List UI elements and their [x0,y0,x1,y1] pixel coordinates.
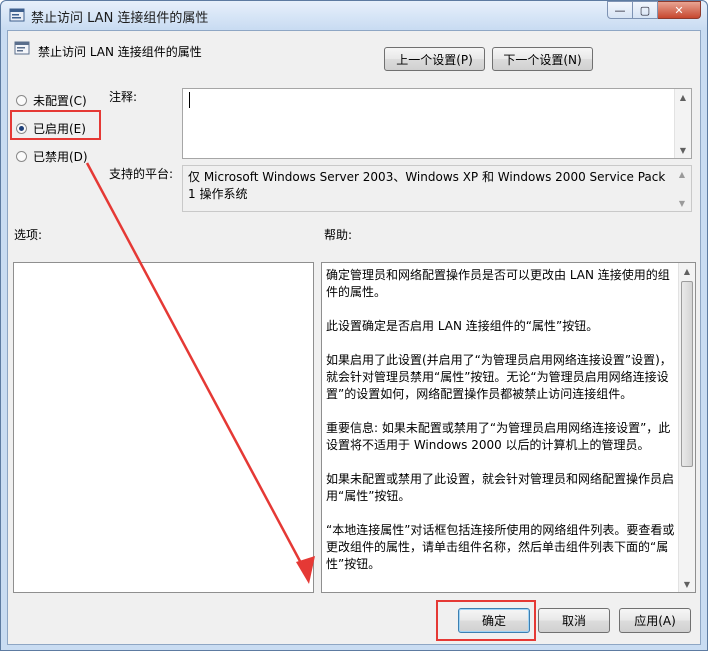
apply-button[interactable]: 应用(A) [619,608,691,633]
platform-scrollbar[interactable]: ▲ ▼ [674,166,691,211]
policy-icon [9,8,25,22]
help-panel: 确定管理员和网络配置操作员是否可以更改由 LAN 连接使用的组件的属性。 此设置… [321,262,696,593]
scroll-up-arrow-icon[interactable]: ▲ [679,263,695,279]
radio-circle [16,151,27,162]
help-paragraph: 此设置确定是否启用 LAN 连接组件的“属性”按钮。 [326,319,599,333]
radio-disabled[interactable]: 已禁用(D) [16,148,88,165]
dialog-window: 禁止访问 LAN 连接组件的属性 — ▢ ✕ 禁止访问 LAN 连接组件的属性 … [0,0,708,651]
minimize-icon: — [614,3,626,17]
comment-scrollbar[interactable]: ▲ ▼ [674,89,691,158]
scroll-down-arrow-icon[interactable]: ▼ [675,142,691,158]
next-setting-button[interactable]: 下一个设置(N) [492,47,593,71]
scroll-up-arrow-icon[interactable]: ▲ [674,166,690,182]
scroll-down-arrow-icon[interactable]: ▼ [679,576,695,592]
caption-buttons: — ▢ ✕ [607,1,701,21]
radio-circle [16,95,27,106]
platform-box: 仅 Microsoft Windows Server 2003、Windows … [182,165,692,212]
help-text: 确定管理员和网络配置操作员是否可以更改由 LAN 连接使用的组件的属性。 此设置… [326,267,676,590]
window-title: 禁止访问 LAN 连接组件的属性 [31,11,209,26]
scroll-down-arrow-icon[interactable]: ▼ [674,195,690,211]
help-label: 帮助: [324,228,353,242]
title-bar[interactable]: 禁止访问 LAN 连接组件的属性 — ▢ ✕ [1,1,707,29]
setting-icon [14,41,30,55]
options-panel [13,262,314,593]
help-paragraph: 确定管理员和网络配置操作员是否可以更改由 LAN 连接使用的组件的属性。 [326,268,670,299]
setting-title: 禁止访问 LAN 连接组件的属性 [38,45,202,59]
text-caret [189,92,190,108]
comment-label: 注释: [109,90,138,104]
annotation-box-enabled [10,110,101,140]
comment-textarea[interactable]: ▲ ▼ [182,88,692,159]
scroll-thumb[interactable] [681,281,693,467]
help-paragraph: 重要信息: 如果未配置或禁用了“为管理员启用网络连接设置”，此设置将不适用于 W… [326,421,671,452]
platform-label: 支持的平台: [109,167,174,181]
radio-label: 未配置(C) [33,94,87,108]
options-label: 选项: [14,228,43,242]
help-paragraph: “本地连接属性”对话框包括连接所使用的网络组件列表。要查看或更改组件的属性，请单… [326,523,675,571]
previous-setting-button[interactable]: 上一个设置(P) [384,47,485,71]
close-button[interactable]: ✕ [658,1,701,19]
maximize-button[interactable]: ▢ [633,1,658,19]
annotation-box-ok [436,600,536,641]
minimize-button[interactable]: — [607,1,633,19]
radio-not-configured[interactable]: 未配置(C) [16,92,87,109]
help-scrollbar[interactable]: ▲ ▼ [678,263,695,592]
radio-label: 已禁用(D) [33,150,88,164]
scroll-up-arrow-icon[interactable]: ▲ [675,89,691,105]
dialog-client: 禁止访问 LAN 连接组件的属性 上一个设置(P) 下一个设置(N) 未配置(C… [7,30,701,645]
close-icon: ✕ [674,3,684,17]
maximize-icon: ▢ [639,3,651,17]
cancel-button[interactable]: 取消 [538,608,610,633]
platform-text: 仅 Microsoft Windows Server 2003、Windows … [188,170,666,201]
help-paragraph: 如果启用了此设置(并启用了“为管理员启用网络连接设置”设置)，就会针对管理员禁用… [326,353,672,401]
help-paragraph: 如果未配置或禁用了此设置，就会针对管理员和网络配置操作员启用“属性”按钮。 [326,472,675,503]
